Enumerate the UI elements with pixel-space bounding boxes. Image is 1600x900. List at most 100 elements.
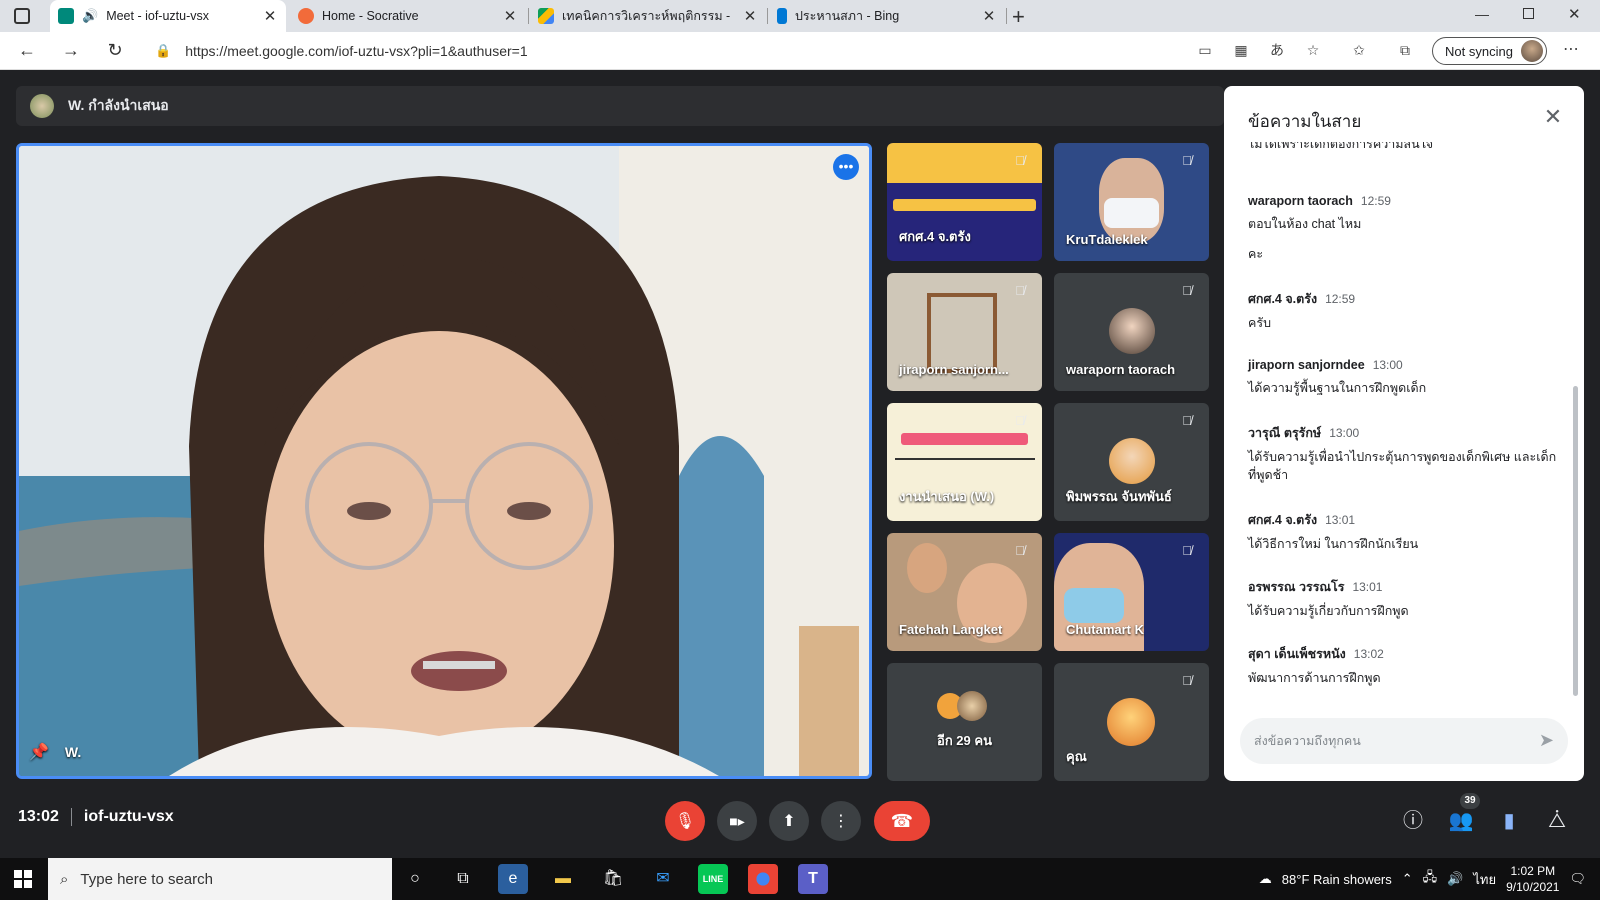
camera-toggle-button[interactable]: ■▸ — [717, 801, 757, 841]
participant-name: Chutamart K — [1066, 622, 1145, 637]
speaker-icon[interactable]: 🔊 — [82, 8, 98, 24]
participant-tile[interactable]: 🎙̸ ศกศ.4 จ.ตรัง — [887, 143, 1042, 261]
taskbar-search-box[interactable]: ⌕ Type here to search — [48, 858, 392, 900]
weather-icon[interactable]: ☁ — [1259, 871, 1272, 887]
add-favorite-icon[interactable]: ☆ — [1304, 41, 1322, 59]
file-explorer-icon[interactable]: ▬ — [548, 864, 578, 894]
url-text: https://meet.google.com/iof-uztu-vsx?pli… — [185, 43, 528, 59]
chat-panel: ข้อความในสาย ✕ ไม่ได้เพราะเด็กต้องการควา… — [1224, 86, 1584, 781]
volume-icon[interactable]: 🔊 — [1447, 871, 1463, 887]
chrome-app-icon[interactable] — [748, 864, 778, 894]
weather-text[interactable]: 88°F Rain showers — [1282, 872, 1392, 887]
tab-close-icon[interactable]: ✕ — [262, 7, 278, 25]
more-participants-label: อีก 29 คน — [937, 733, 992, 748]
participant-tile[interactable]: 🎙̸ Fatehah Langket — [887, 533, 1042, 651]
tile-video-feed — [927, 293, 997, 373]
present-screen-button[interactable]: ⬆ — [769, 801, 809, 841]
main-video-feed — [19, 146, 869, 776]
mic-toggle-button[interactable]: 🎙 — [665, 801, 705, 841]
chat-scrollbar[interactable] — [1573, 386, 1578, 696]
store-icon[interactable]: 🛍 — [598, 864, 628, 894]
participant-tile[interactable]: 🎙̸ KruTdaleklek — [1054, 143, 1209, 261]
people-icon[interactable]: 👥 — [1448, 808, 1474, 834]
tile-video-feed — [893, 199, 1036, 211]
more-participants-tile[interactable]: อีก 29 คน — [887, 663, 1042, 781]
more-options-icon[interactable]: ⋯ — [1562, 41, 1580, 59]
message-time: 13:00 — [1329, 426, 1360, 440]
participant-avatar — [1109, 308, 1155, 354]
notification-icon[interactable]: 🗨 — [1569, 871, 1586, 887]
tab-bing[interactable]: ประหานสภา - Bing ✕ — [769, 0, 1005, 32]
tab-close-icon[interactable]: ✕ — [981, 7, 997, 25]
activities-icon[interactable]: ⧊ — [1544, 808, 1570, 834]
close-icon[interactable]: ✕ — [1540, 104, 1566, 130]
refresh-icon[interactable]: ↻ — [104, 40, 126, 61]
lock-icon[interactable]: 🔒 — [155, 43, 171, 59]
participant-name: พิมพรรณ จันทพันธ์ — [1066, 489, 1172, 504]
tab-actions-icon[interactable] — [14, 8, 30, 24]
present-icon: ⬆ — [782, 813, 796, 830]
chat-icon[interactable]: ▮ — [1496, 808, 1522, 834]
pin-icon[interactable]: 📌 — [29, 742, 49, 762]
window-close-icon[interactable]: ✕ — [1568, 5, 1581, 23]
send-icon[interactable]: ➤ — [1539, 730, 1554, 751]
address-bar[interactable]: 🔒 https://meet.google.com/iof-uztu-vsx?p… — [155, 38, 1195, 64]
windows-start-icon[interactable] — [14, 870, 32, 888]
tile-video-feed — [1064, 588, 1124, 623]
leave-call-button[interactable]: ☎ — [874, 801, 930, 841]
tab-close-icon[interactable]: ✕ — [742, 7, 758, 25]
teams-app-icon[interactable]: T — [798, 864, 828, 894]
meeting-time: 13:02 — [18, 808, 59, 825]
chevron-up-icon[interactable]: ⌃ — [1402, 871, 1413, 887]
restore-icon[interactable] — [1523, 8, 1534, 19]
tab-socrative[interactable]: Home - Socrative ✕ — [290, 0, 526, 32]
participant-tile[interactable]: 🎙̸ พิมพรรณ จันทพันธ์ — [1054, 403, 1209, 521]
minimize-icon[interactable]: — — [1475, 6, 1489, 22]
message-text: พัฒนาการด้านการฝึกพูด — [1248, 671, 1381, 685]
collections-icon[interactable]: ⧉ — [1396, 41, 1414, 59]
forward-arrow-icon[interactable]: → — [60, 40, 82, 61]
mail-icon[interactable]: ✉ — [648, 864, 678, 894]
more-vertical-icon: ⋮ — [833, 813, 849, 830]
network-icon[interactable]: 🖧 — [1423, 868, 1438, 890]
favorites-icon[interactable]: ✩ — [1350, 41, 1368, 59]
taskbar-clock[interactable]: 1:02 PM 9/10/2021 — [1506, 863, 1559, 895]
mic-off-icon: 🎙̸ — [1182, 673, 1192, 688]
meeting-details-icon[interactable]: ⓘ — [1400, 808, 1426, 834]
message-time: 13:01 — [1352, 580, 1383, 594]
message-sender: waraporn taorach — [1248, 194, 1353, 208]
participant-tile[interactable]: 🎙̸ waraporn taorach — [1054, 273, 1209, 391]
participant-name: ศกศ.4 จ.ตรัง — [899, 229, 971, 244]
translate-icon[interactable]: あ — [1268, 41, 1286, 59]
google-drive-favicon-icon — [538, 8, 554, 24]
socrative-favicon-icon — [298, 8, 314, 24]
self-tile[interactable]: 🎙̸ คุณ — [1054, 663, 1209, 781]
chat-message-input[interactable]: ส่งข้อความถึงทุกคน ➤ — [1240, 718, 1568, 764]
line-app-icon[interactable]: LINE — [698, 864, 728, 894]
participant-tile[interactable]: 🎙̸ jiraporn sanjorn... — [887, 273, 1042, 391]
task-view-icon[interactable]: ⧉ — [448, 864, 478, 894]
back-arrow-icon[interactable]: ← — [16, 40, 38, 61]
cast-icon[interactable]: ▭ — [1196, 41, 1214, 59]
search-placeholder: Type here to search — [80, 870, 213, 888]
edge-app-icon[interactable]: e — [498, 864, 528, 894]
new-tab-icon[interactable]: + — [1012, 4, 1025, 30]
participant-tile[interactable]: 🎙̸ Chutamart K — [1054, 533, 1209, 651]
more-options-button[interactable]: ⋮ — [821, 801, 861, 841]
profile-sync-button[interactable]: Not syncing — [1432, 37, 1547, 65]
tab-close-icon[interactable]: ✕ — [502, 7, 518, 25]
tab-google-drive[interactable]: เทคนิคการวิเคราะห์พฤติกรรม - Goog ✕ — [530, 0, 766, 32]
tile-video-feed — [895, 458, 1035, 480]
message-time: 12:59 — [1325, 292, 1356, 306]
chat-message: ศกศ.4 จ.ตรัง 13:01 ได้วิธีการใหม่ ในการฝึ… — [1248, 510, 1558, 553]
message-time: 13:00 — [1372, 358, 1403, 372]
tile-options-icon[interactable]: ••• — [833, 154, 859, 180]
main-video-tile[interactable]: ••• 📌 W. — [16, 143, 872, 779]
cortana-icon[interactable]: ○ — [400, 864, 430, 894]
presenter-banner: W. กำลังนำเสนอ — [16, 86, 1224, 126]
sync-label: Not syncing — [1445, 43, 1513, 59]
tab-meet[interactable]: 🔊 Meet - iof-uztu-vsx ✕ — [50, 0, 286, 32]
language-indicator[interactable]: ไทย — [1473, 869, 1496, 890]
apps-icon[interactable]: ▦ — [1232, 41, 1250, 59]
presentation-tile[interactable]: 🎙̸ งานนำเสนอ (W.) — [887, 403, 1042, 521]
